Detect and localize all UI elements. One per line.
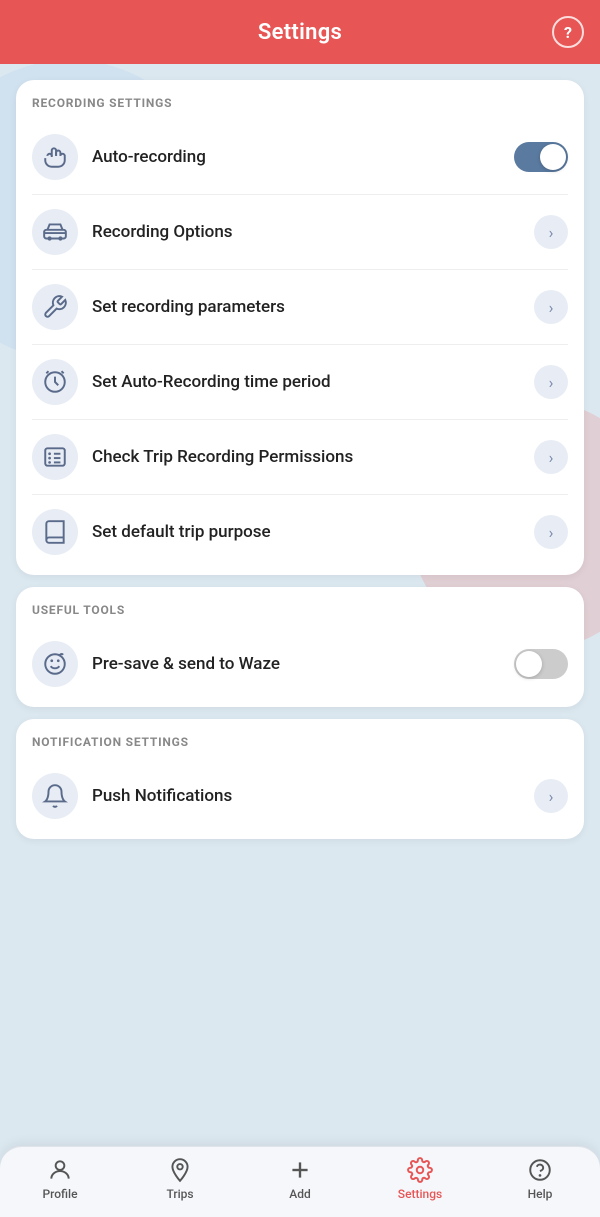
- hand-icon: [32, 134, 78, 180]
- recording-params-chevron[interactable]: ›: [534, 290, 568, 324]
- list-icon: [32, 434, 78, 480]
- help-circle-icon: [527, 1157, 553, 1183]
- page-title: Settings: [258, 20, 342, 45]
- recording-params-label: Set recording parameters: [92, 296, 534, 318]
- nav-item-settings[interactable]: Settings: [390, 1157, 450, 1201]
- setting-row-waze[interactable]: Pre-save & send to Waze: [32, 627, 568, 701]
- clock-icon: [32, 359, 78, 405]
- waze-toggle-knob: [516, 651, 542, 677]
- nav-item-help[interactable]: Help: [510, 1157, 570, 1201]
- nav-item-add[interactable]: Add: [270, 1157, 330, 1201]
- nav-item-profile[interactable]: Profile: [30, 1157, 90, 1201]
- person-icon: [47, 1157, 73, 1183]
- help-icon: ?: [564, 23, 572, 42]
- recording-options-label: Recording Options: [92, 221, 534, 243]
- push-notifications-label: Push Notifications: [92, 785, 534, 807]
- recording-settings-card: RECORDING SETTINGS Auto-recording: [16, 80, 584, 575]
- nav-label-add: Add: [289, 1187, 310, 1201]
- notification-settings-card: NOTIFICATION SETTINGS Push Notifications…: [16, 719, 584, 839]
- default-trip-label: Set default trip purpose: [92, 521, 534, 543]
- wrench-icon: [32, 284, 78, 330]
- setting-row-recording-options[interactable]: Recording Options ›: [32, 195, 568, 270]
- bottom-navigation: Profile Trips Add Settings Help: [0, 1146, 600, 1217]
- notification-settings-label: NOTIFICATION SETTINGS: [32, 735, 568, 749]
- bell-icon: [32, 773, 78, 819]
- useful-tools-card: USEFUL TOOLS Pre-save & send to Waze: [16, 587, 584, 707]
- settings-content: RECORDING SETTINGS Auto-recording: [0, 64, 600, 839]
- setting-row-auto-recording[interactable]: Auto-recording: [32, 120, 568, 195]
- plus-icon: [287, 1157, 313, 1183]
- location-icon: [167, 1157, 193, 1183]
- push-notifications-chevron[interactable]: ›: [534, 779, 568, 813]
- auto-recording-toggle[interactable]: [514, 142, 568, 172]
- nav-label-trips: Trips: [166, 1187, 193, 1201]
- recording-options-chevron[interactable]: ›: [534, 215, 568, 249]
- setting-row-trip-permissions[interactable]: Check Trip Recording Permissions ›: [32, 420, 568, 495]
- auto-recording-time-label: Set Auto-Recording time period: [92, 371, 534, 393]
- auto-recording-time-chevron[interactable]: ›: [534, 365, 568, 399]
- trip-permissions-chevron[interactable]: ›: [534, 440, 568, 474]
- nav-label-help: Help: [528, 1187, 553, 1201]
- useful-tools-label: USEFUL TOOLS: [32, 603, 568, 617]
- nav-label-profile: Profile: [42, 1187, 77, 1201]
- setting-row-push-notifications[interactable]: Push Notifications ›: [32, 759, 568, 833]
- setting-row-default-trip[interactable]: Set default trip purpose ›: [32, 495, 568, 569]
- toggle-knob: [540, 144, 566, 170]
- waze-toggle[interactable]: [514, 649, 568, 679]
- app-header: Settings ?: [0, 0, 600, 64]
- smile-icon: [32, 641, 78, 687]
- gear-icon: [407, 1157, 433, 1183]
- car-icon: [32, 209, 78, 255]
- setting-row-auto-recording-time[interactable]: Set Auto-Recording time period ›: [32, 345, 568, 420]
- default-trip-chevron[interactable]: ›: [534, 515, 568, 549]
- auto-recording-label: Auto-recording: [92, 146, 514, 168]
- book-icon: [32, 509, 78, 555]
- setting-row-recording-params[interactable]: Set recording parameters ›: [32, 270, 568, 345]
- trip-permissions-label: Check Trip Recording Permissions: [92, 446, 534, 468]
- waze-label: Pre-save & send to Waze: [92, 653, 514, 675]
- recording-settings-label: RECORDING SETTINGS: [32, 96, 568, 110]
- nav-label-settings: Settings: [398, 1187, 442, 1201]
- help-button[interactable]: ?: [552, 16, 584, 48]
- nav-item-trips[interactable]: Trips: [150, 1157, 210, 1201]
